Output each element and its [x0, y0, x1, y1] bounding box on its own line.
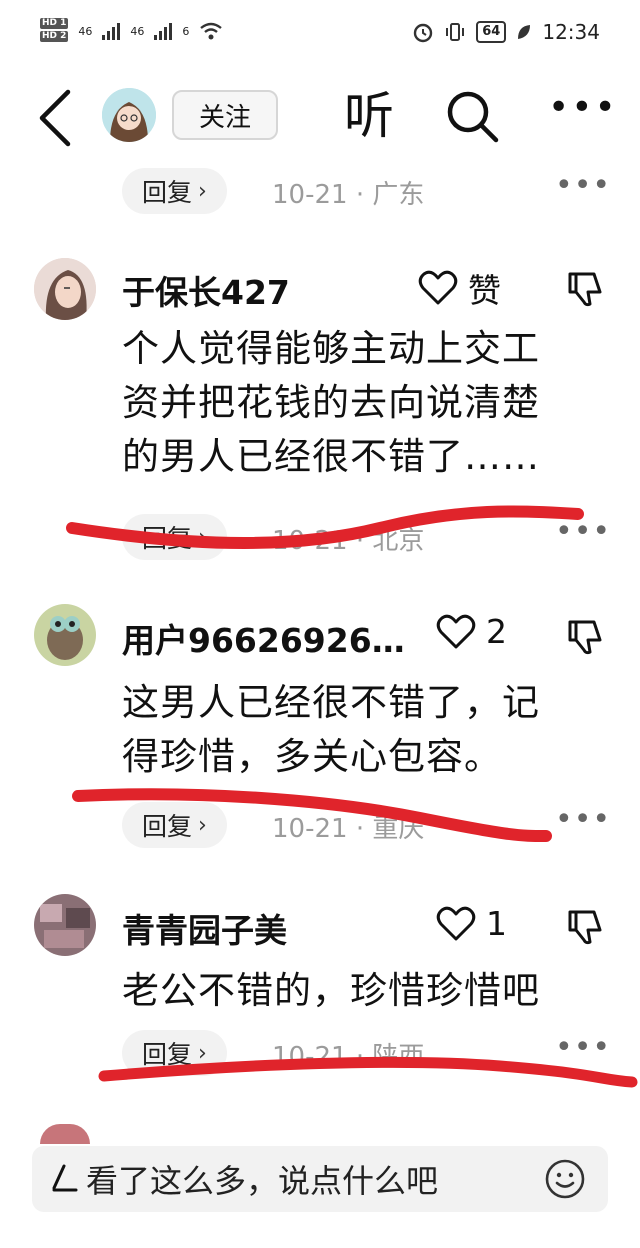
signal-icon — [102, 22, 121, 40]
comment-more-button[interactable]: ••• — [555, 514, 611, 549]
net2-label: 46 — [130, 24, 145, 38]
follow-button[interactable]: 关注 — [172, 90, 278, 140]
vibrate-icon — [446, 23, 465, 41]
author-avatar[interactable] — [102, 88, 156, 142]
signal-icon-2 — [154, 22, 173, 40]
comment-text-line: 的男人已经很不错了…… — [122, 435, 540, 478]
comment-meta: 10-21 · 北京 — [272, 526, 425, 556]
like-count: 2 — [486, 612, 507, 651]
thumb-down-icon[interactable] — [566, 618, 604, 656]
reply-label: 回复 — [142, 178, 193, 207]
thumb-down-icon[interactable] — [566, 270, 604, 308]
comment-username[interactable]: 青青园子美 — [122, 904, 287, 952]
comment-avatar[interactable] — [34, 894, 96, 956]
net1-label: 46 — [78, 24, 93, 38]
thumb-down-icon[interactable] — [566, 908, 604, 946]
comment-meta: 10-21 · 广东 — [272, 180, 425, 210]
reply-button[interactable]: 回复 › — [122, 514, 227, 560]
heart-icon — [436, 614, 476, 648]
reply-button[interactable]: 回复 › — [122, 1030, 227, 1076]
net3-label: 6 — [182, 24, 190, 38]
reply-label: 回复 — [142, 812, 193, 841]
chevron-right-icon: › — [198, 524, 207, 550]
leaf-icon — [518, 25, 531, 39]
comment-username[interactable]: 用户96626926… — [122, 614, 405, 662]
comment-text: 这男人已经很不错了，记 得珍惜，多关心包容。 — [122, 676, 592, 784]
comment-input[interactable]: 看了这么多，说点什么吧 — [32, 1146, 608, 1212]
back-icon[interactable] — [32, 86, 80, 150]
status-right: 64 12:34 — [412, 20, 600, 44]
comment-avatar-partial — [40, 1124, 90, 1144]
search-icon[interactable] — [444, 88, 500, 144]
comment-text-line: 老公不错的，珍惜珍惜吧 — [122, 969, 540, 1012]
comment-meta: 10-21 · 陕西 — [272, 1042, 425, 1072]
comment-meta: 10-21 · 重庆 — [272, 814, 425, 844]
sim2-label: HD 2 — [40, 31, 69, 42]
comment-avatar[interactable] — [34, 258, 96, 320]
wifi-icon — [200, 22, 223, 40]
like-button[interactable]: 赞 — [418, 264, 501, 312]
reply-label: 回复 — [142, 1040, 193, 1069]
heart-icon — [418, 270, 458, 305]
hd-icon: HD 1 HD 2 — [40, 18, 69, 44]
more-options-button[interactable]: ••• — [548, 90, 616, 136]
comment-text-line: 个人觉得能够主动上交工 — [122, 327, 540, 370]
status-left: HD 1 HD 2 46 46 6 — [40, 18, 223, 44]
sim1-label: HD 1 — [40, 18, 69, 29]
like-count: 1 — [486, 904, 507, 943]
comment-more-button[interactable]: ••• — [555, 802, 611, 837]
battery-icon: 64 — [476, 21, 507, 43]
comment-text: 老公不错的，珍惜珍惜吧 — [122, 964, 592, 1018]
comment-text-line: 这男人已经很不错了，记 — [122, 681, 540, 724]
chevron-right-icon: › — [198, 1040, 207, 1066]
comment-text: 个人觉得能够主动上交工 资并把花钱的去向说清楚 的男人已经很不错了…… — [122, 322, 592, 484]
clock-time: 12:34 — [542, 20, 600, 44]
reply-button[interactable]: 回复 › — [122, 802, 227, 848]
comment-text-line: 得珍惜，多关心包容。 — [122, 735, 502, 778]
reply-label: 回复 — [142, 524, 193, 553]
comment-username[interactable]: 于保长427 — [122, 266, 290, 314]
listen-button[interactable]: 听 — [344, 84, 394, 148]
reply-button[interactable]: 回复 › — [122, 168, 227, 214]
chevron-right-icon: › — [198, 178, 207, 204]
comment-more-button[interactable]: ••• — [555, 168, 611, 203]
emoji-icon[interactable] — [544, 1158, 586, 1200]
like-button[interactable]: 2 — [436, 612, 507, 651]
pencil-icon — [52, 1164, 78, 1192]
alarm-icon — [414, 23, 433, 43]
comment-avatar[interactable] — [34, 604, 96, 666]
like-button[interactable]: 1 — [436, 904, 507, 943]
comment-more-button[interactable]: ••• — [555, 1030, 611, 1065]
comment-text-line: 资并把花钱的去向说清楚 — [122, 381, 540, 424]
comment-input-placeholder: 看了这么多，说点什么吧 — [86, 1162, 439, 1200]
chevron-right-icon: › — [198, 812, 207, 838]
heart-icon — [436, 906, 476, 940]
status-bar: HD 1 HD 2 46 46 6 64 12:34 — [0, 0, 640, 68]
like-label: 赞 — [468, 271, 501, 310]
